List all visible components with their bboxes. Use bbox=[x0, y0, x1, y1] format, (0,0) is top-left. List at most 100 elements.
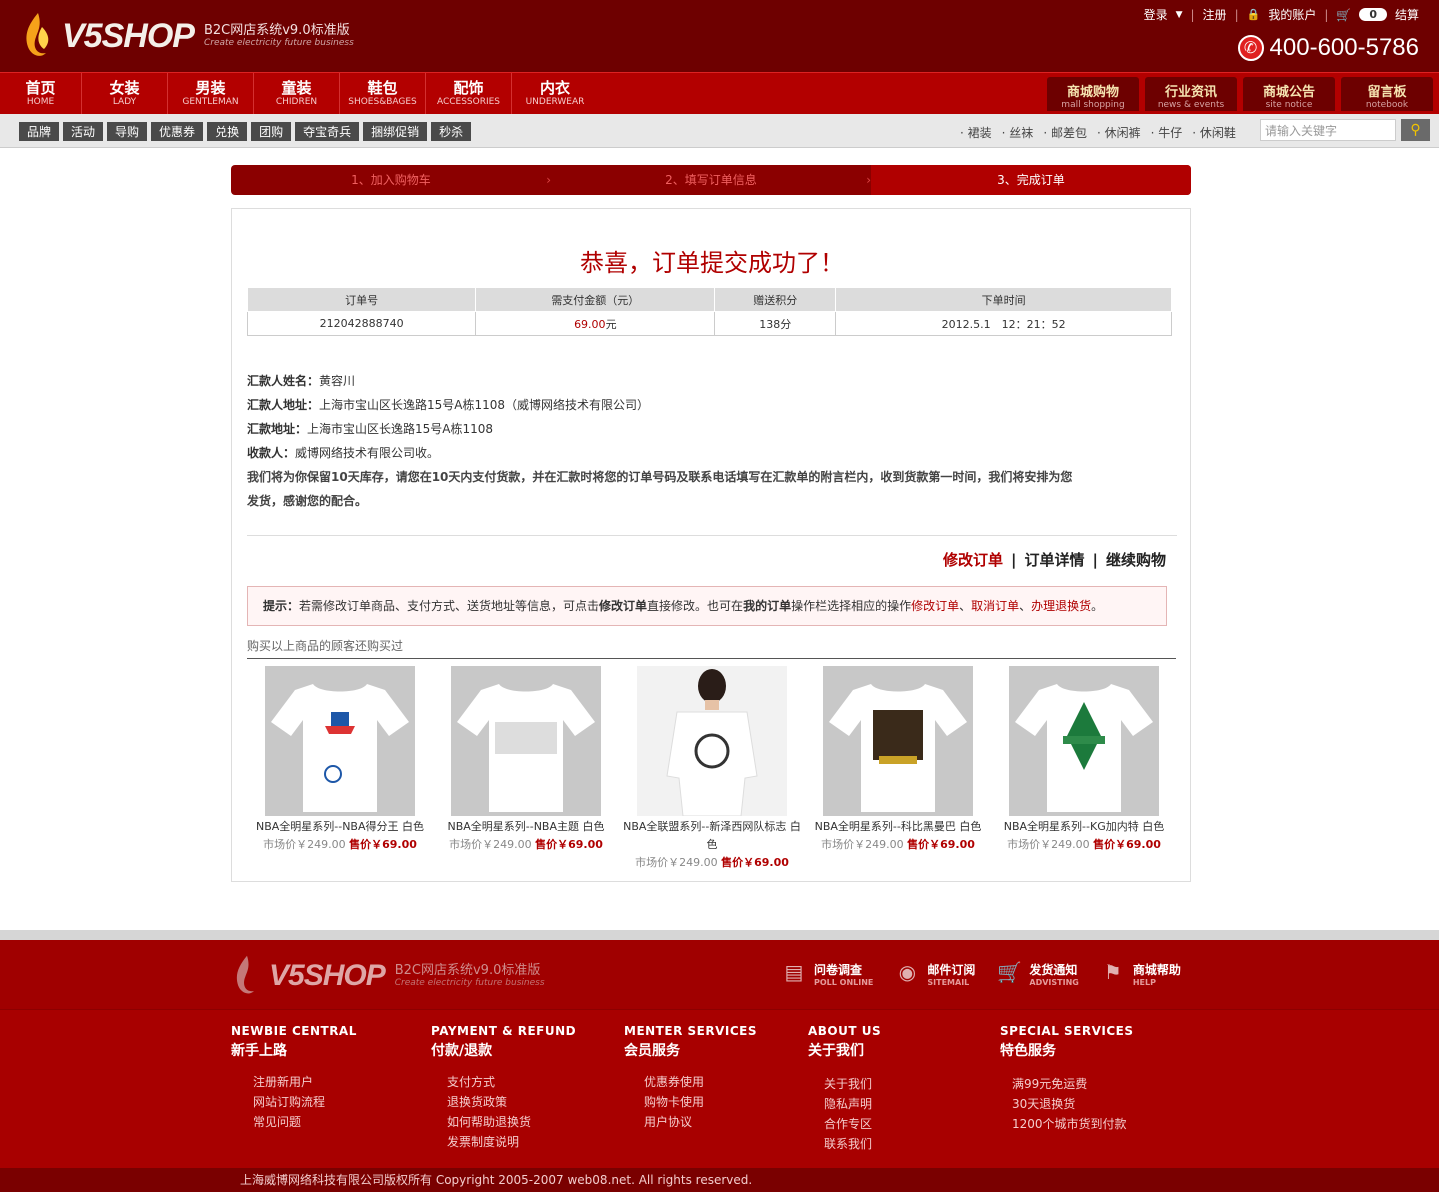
hotword-label: 牛仔 bbox=[1158, 126, 1183, 140]
product-image[interactable] bbox=[451, 666, 601, 816]
tag-guide[interactable]: 导购 bbox=[107, 122, 148, 141]
nav-item-gentleman[interactable]: 男装 GENTLEMAN bbox=[168, 73, 254, 115]
product-name[interactable]: NBA全明星系列--科比黑曼巴 白色 bbox=[805, 818, 991, 836]
footer-link[interactable]: 发票制度说明 bbox=[447, 1132, 624, 1152]
product-name[interactable]: NBA全明星系列--KG加内特 白色 bbox=[991, 818, 1177, 836]
flame-logo-icon bbox=[236, 955, 255, 994]
tab-news[interactable]: 行业资讯 news & events bbox=[1145, 77, 1237, 111]
hotword-link[interactable]: · 休闲鞋 bbox=[1192, 124, 1236, 141]
footer-band: V5SHOP B2C网店系统v9.0标准版 Create electricity… bbox=[0, 940, 1439, 1010]
footer-quick-links: ▤ 问卷调查 POLL ONLINE ◉ 邮件订阅 SITEMAIL 🛒 发货通知 ADVI… bbox=[782, 960, 1181, 988]
tip-text: 直接修改。也可在 bbox=[647, 599, 744, 613]
footer-col-title-en: MENTER SERVICES bbox=[624, 1024, 757, 1038]
footer-link[interactable]: 隐私声明 bbox=[824, 1094, 1000, 1114]
nav-item-shoes-bags[interactable]: 鞋包 SHOES&BAGES bbox=[340, 73, 426, 115]
product-image[interactable] bbox=[265, 666, 415, 816]
market-price: 市场价￥249.00 bbox=[821, 838, 904, 851]
divider: | bbox=[1011, 551, 1017, 569]
sitemail-link[interactable]: ◉ 邮件订阅 SITEMAIL bbox=[895, 960, 976, 988]
footer-link[interactable]: 购物卡使用 bbox=[644, 1092, 808, 1112]
chevron-down-icon[interactable]: ▼ bbox=[1176, 10, 1183, 20]
product-image[interactable] bbox=[823, 666, 973, 816]
footer-link[interactable]: 用户协议 bbox=[644, 1112, 808, 1132]
product-card[interactable]: NBA全明星系列--科比黑曼巴 白色 市场价￥249.00 售价￥69.00 bbox=[805, 666, 991, 872]
tab-mall-shopping[interactable]: 商城购物 mall shopping bbox=[1047, 77, 1139, 111]
product-card[interactable]: NBA全联盟系列--新泽西网队标志 白色 市场价￥249.00 售价￥69.00 bbox=[619, 666, 805, 872]
login-link[interactable]: 登录 bbox=[1144, 6, 1168, 23]
hotword-link[interactable]: · 休闲裤 bbox=[1097, 124, 1141, 141]
product-card[interactable]: NBA全明星系列--KG加内特 白色 市场价￥249.00 售价￥69.00 bbox=[991, 666, 1177, 872]
product-card[interactable]: NBA全明星系列--NBA得分王 白色 市场价￥249.00 售价￥69.00 bbox=[247, 666, 433, 872]
checkout-link[interactable]: 结算 bbox=[1395, 6, 1419, 23]
footer-link[interactable]: 如何帮助退换货 bbox=[447, 1112, 624, 1132]
nav-item-accessories[interactable]: 配饰 ACCESSORIES bbox=[426, 73, 512, 115]
tag-coupon[interactable]: 优惠券 bbox=[151, 122, 204, 141]
footer-link[interactable]: 关于我们 bbox=[824, 1074, 1000, 1094]
footer-link[interactable]: 支付方式 bbox=[447, 1072, 624, 1092]
cart-count-badge[interactable]: 0 bbox=[1359, 8, 1387, 21]
site-logo[interactable]: V5SHOP B2C网店系统v9.0标准版 Create electricity… bbox=[20, 10, 354, 62]
shipping-notice-link[interactable]: 🛒 发货通知 ADVISTING bbox=[997, 960, 1078, 988]
tag-activity[interactable]: 活动 bbox=[63, 122, 104, 141]
product-name[interactable]: NBA全明星系列--NBA主题 白色 bbox=[433, 818, 619, 836]
tip-modify-link[interactable]: 修改订单 bbox=[911, 599, 959, 613]
footer-link-list: 支付方式 退换货政策 如何帮助退换货 发票制度说明 bbox=[447, 1072, 624, 1152]
tag-flash-sale[interactable]: 秒杀 bbox=[431, 122, 472, 141]
tshirt-icon bbox=[1015, 684, 1153, 812]
footer-link[interactable]: 30天退换货 bbox=[1012, 1094, 1200, 1114]
hotword-link[interactable]: · 丝袜 bbox=[1002, 124, 1034, 141]
footer-link-list: 满99元免运费 30天退换货 1200个城市货到付款 bbox=[1012, 1074, 1200, 1134]
cart-icon[interactable]: 🛒 bbox=[1336, 8, 1351, 22]
tag-groupbuy[interactable]: 团购 bbox=[251, 122, 292, 141]
nav-item-underwear[interactable]: 内衣 UNDERWEAR bbox=[512, 73, 598, 115]
tag-brand[interactable]: 品牌 bbox=[19, 122, 60, 141]
my-account-link[interactable]: 我的账户 bbox=[1268, 6, 1316, 23]
modify-order-link[interactable]: 修改订单 bbox=[943, 551, 1003, 569]
tag-bundle[interactable]: 捆绑促销 bbox=[363, 122, 428, 141]
nav-label: 配饰 bbox=[453, 79, 484, 97]
continue-shopping-link[interactable]: 继续购物 bbox=[1106, 551, 1166, 569]
nav-item-children[interactable]: 童装 CHIDREN bbox=[254, 73, 340, 115]
footer-link[interactable]: 满99元免运费 bbox=[1012, 1074, 1200, 1094]
hotword-link[interactable]: · 邮差包 bbox=[1043, 124, 1087, 141]
footer-link[interactable]: 优惠券使用 bbox=[644, 1072, 808, 1092]
product-image[interactable] bbox=[1009, 666, 1159, 816]
footer-link[interactable]: 常见问题 bbox=[253, 1112, 431, 1132]
tip-sep: 、 bbox=[959, 599, 972, 613]
order-detail-link[interactable]: 订单详情 bbox=[1024, 551, 1084, 569]
footer-link[interactable]: 注册新用户 bbox=[253, 1072, 431, 1092]
search-button[interactable]: ⚲ bbox=[1401, 119, 1430, 141]
tag-treasure[interactable]: 夺宝奇兵 bbox=[295, 122, 360, 141]
search-input[interactable]: 请输入关键字 bbox=[1260, 119, 1396, 141]
tip-return-link[interactable]: 办理退换货 bbox=[1031, 599, 1091, 613]
hotword-link[interactable]: · 裙装 bbox=[960, 124, 992, 141]
step-add-to-cart: 1、加入购物车 › bbox=[231, 165, 551, 195]
footer-link[interactable]: 1200个城市货到付款 bbox=[1012, 1114, 1200, 1134]
tab-sublabel: notebook bbox=[1365, 100, 1409, 110]
tip-cancel-link[interactable]: 取消订单 bbox=[971, 599, 1019, 613]
product-card[interactable]: NBA全明星系列--NBA主题 白色 市场价￥249.00 售价￥69.00 bbox=[433, 666, 619, 872]
hotword-link[interactable]: · 牛仔 bbox=[1151, 124, 1183, 141]
register-link[interactable]: 注册 bbox=[1203, 6, 1227, 23]
order-time: 2012.5.1 12：21：52 bbox=[835, 311, 1172, 336]
product-name[interactable]: NBA全联盟系列--新泽西网队标志 白色 bbox=[619, 818, 805, 854]
tip-box: 提示：若需修改订单商品、支付方式、送货地址等信息，可点击修改订单直接修改。也可在… bbox=[247, 586, 1167, 626]
also-bought-title: 购买以上商品的顾客还购买过 bbox=[247, 637, 1176, 659]
help-link[interactable]: ⚑ 商城帮助 HELP bbox=[1101, 960, 1181, 988]
hotword-label: 休闲鞋 bbox=[1199, 126, 1236, 140]
tab-notebook[interactable]: 留言板 notebook bbox=[1341, 77, 1433, 111]
product-name[interactable]: NBA全明星系列--NBA得分王 白色 bbox=[247, 818, 433, 836]
nav-item-lady[interactable]: 女装 LADY bbox=[82, 73, 168, 115]
tab-notice[interactable]: 商城公告 site notice bbox=[1243, 77, 1335, 111]
footer-link[interactable]: 联系我们 bbox=[824, 1134, 1000, 1154]
poll-link[interactable]: ▤ 问卷调查 POLL ONLINE bbox=[782, 960, 874, 988]
step-label: 1、加入购物车 bbox=[351, 173, 431, 187]
tag-exchange[interactable]: 兑换 bbox=[207, 122, 248, 141]
footer-logo[interactable]: V5SHOP B2C网店系统v9.0标准版 Create electricity… bbox=[231, 954, 545, 998]
nav-item-home[interactable]: 首页 HOME bbox=[0, 73, 82, 115]
footer-link[interactable]: 网站订购流程 bbox=[253, 1092, 431, 1112]
footer-link[interactable]: 退换货政策 bbox=[447, 1092, 624, 1112]
footer-link[interactable]: 合作专区 bbox=[824, 1114, 1000, 1134]
product-image[interactable] bbox=[637, 666, 787, 816]
tip-text: 若需修改订单商品、支付方式、送货地址等信息，可点击 bbox=[299, 599, 600, 613]
